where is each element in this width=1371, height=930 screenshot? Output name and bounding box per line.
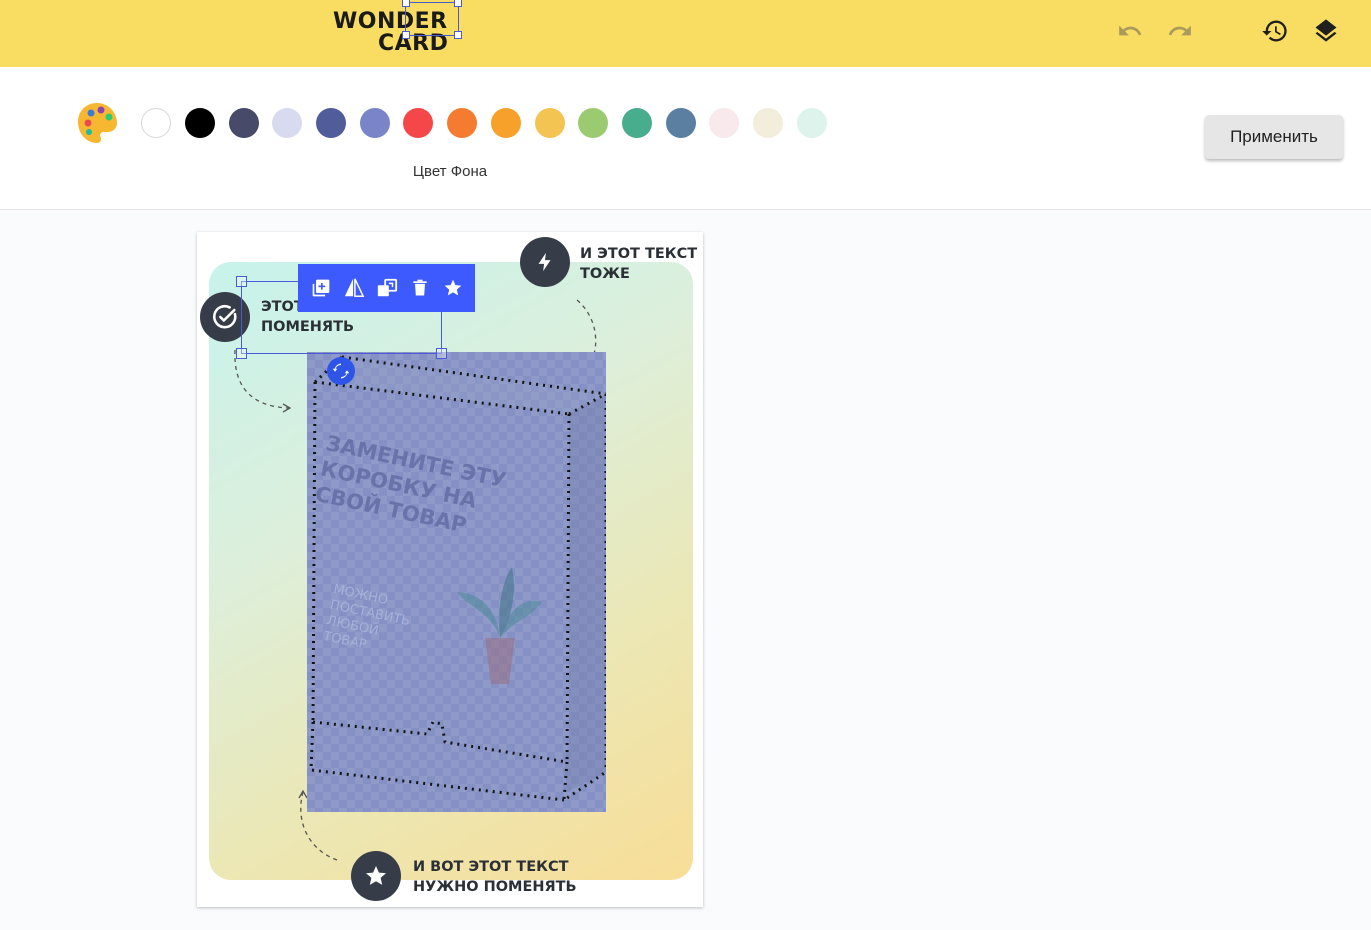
- star-circle-icon: [351, 851, 401, 901]
- product-image-placeholder[interactable]: ЗАМЕНИТЕ ЭТУ КОРОБКУ НА СВОЙ ТОВАР МОЖНО…: [307, 352, 606, 812]
- color-swatch[interactable]: [316, 108, 346, 138]
- flip-icon[interactable]: [341, 275, 367, 301]
- color-swatch[interactable]: [535, 108, 565, 138]
- caption-line: НУЖНО ПОМЕНЯТЬ: [413, 879, 577, 895]
- color-swatch[interactable]: [185, 108, 215, 138]
- color-swatch[interactable]: [797, 108, 827, 138]
- color-swatch[interactable]: [666, 108, 696, 138]
- lightning-icon: [520, 237, 570, 287]
- color-swatch[interactable]: [491, 108, 521, 138]
- delete-icon[interactable]: [407, 275, 433, 301]
- caption-line: И ЭТОТ ТЕКСТ: [580, 246, 698, 262]
- caption-line: И ВОТ ЭТОТ ТЕКСТ: [413, 859, 569, 875]
- resize-handle[interactable]: [236, 348, 247, 359]
- palette-icon[interactable]: [75, 100, 119, 146]
- caption-bottom[interactable]: И ВОТ ЭТОТ ТЕКСТ НУЖНО ПОМЕНЯТЬ: [413, 857, 577, 897]
- color-swatch[interactable]: [709, 108, 739, 138]
- color-swatch[interactable]: [622, 108, 652, 138]
- duplicate-icon[interactable]: [308, 275, 334, 301]
- logo-selection-box: [402, 0, 462, 39]
- caption-top-right[interactable]: И ЭТОТ ТЕКСТ ТОЖЕ: [580, 244, 697, 284]
- color-swatch[interactable]: [578, 108, 608, 138]
- color-swatch[interactable]: [753, 108, 783, 138]
- redo-icon[interactable]: [1165, 16, 1195, 46]
- color-swatch[interactable]: [360, 108, 390, 138]
- star-icon[interactable]: [440, 275, 466, 301]
- history-icon[interactable]: [1260, 16, 1290, 46]
- color-swatch[interactable]: [141, 108, 171, 138]
- box-outline: [309, 355, 606, 803]
- caption-line: ТОЖЕ: [580, 266, 630, 282]
- selection-box: [236, 264, 475, 359]
- color-swatch[interactable]: [447, 108, 477, 138]
- color-swatch[interactable]: [403, 108, 433, 138]
- background-color-toolbar: [0, 67, 1371, 210]
- undo-icon[interactable]: [1115, 16, 1145, 46]
- apply-button[interactable]: Применить: [1205, 115, 1343, 159]
- layer-order-icon[interactable]: [374, 275, 400, 301]
- logo: WONDER CARD: [333, 0, 463, 58]
- card-canvas[interactable]: ЗАМЕНИТЕ ЭТУ КОРОБКУ НА СВОЙ ТОВАР МОЖНО…: [197, 232, 703, 907]
- background-color-label: Цвет Фона: [412, 163, 488, 180]
- resize-handle[interactable]: [436, 348, 447, 359]
- rotate-handle-icon[interactable]: [327, 357, 355, 385]
- color-swatch[interactable]: [272, 108, 302, 138]
- layers-icon[interactable]: [1311, 16, 1341, 46]
- top-bar: WONDER CARD: [0, 0, 1371, 67]
- plant-illustration: [457, 567, 542, 684]
- element-toolbar: [298, 264, 475, 312]
- color-swatch[interactable]: [229, 108, 259, 138]
- resize-handle[interactable]: [236, 276, 247, 287]
